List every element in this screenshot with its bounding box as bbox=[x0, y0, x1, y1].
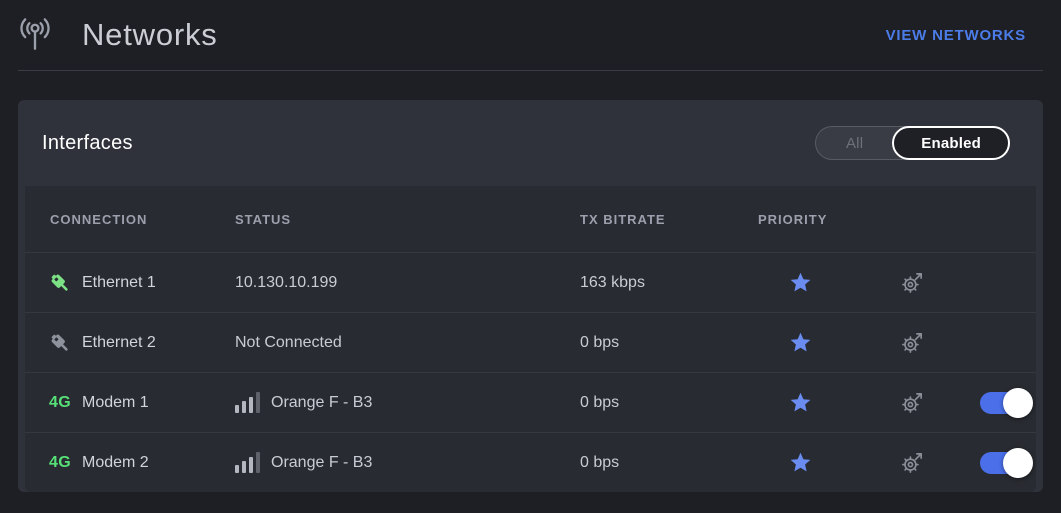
priority-cell bbox=[755, 391, 845, 414]
table-row: Ethernet 1 10.130.10.199 163 kbps bbox=[25, 252, 1036, 312]
settings-cell bbox=[845, 270, 980, 295]
view-networks-link[interactable]: VIEW NETWORKS bbox=[886, 27, 1026, 44]
table-row: 4G Modem 2 Orange F - B3 0 bps bbox=[25, 432, 1036, 492]
connection-icon-slot: 4G bbox=[48, 394, 72, 412]
status-cell: 10.130.10.199 bbox=[235, 274, 580, 292]
ethernet-disconnected-icon bbox=[48, 331, 72, 355]
status-cell: Orange F - B3 bbox=[235, 392, 580, 413]
status-text: Orange F - B3 bbox=[271, 454, 372, 472]
settings-cell bbox=[845, 390, 980, 415]
tx-bitrate: 0 bps bbox=[580, 334, 755, 352]
priority-star-icon[interactable] bbox=[789, 451, 812, 474]
settings-gear-icon[interactable] bbox=[900, 270, 925, 295]
toggle-cell bbox=[980, 272, 1053, 294]
ethernet-connected-icon bbox=[48, 271, 72, 295]
connection-icon-slot bbox=[48, 331, 72, 355]
status-cell: Not Connected bbox=[235, 334, 580, 352]
table-body: Ethernet 1 10.130.10.199 163 kbps bbox=[25, 252, 1036, 492]
status-text: 10.130.10.199 bbox=[235, 274, 337, 292]
enable-toggle[interactable] bbox=[980, 452, 1030, 474]
table-row: Ethernet 2 Not Connected 0 bps bbox=[25, 312, 1036, 372]
toggle-cell bbox=[980, 332, 1053, 354]
toggle-cell bbox=[980, 452, 1053, 474]
settings-gear-icon[interactable] bbox=[900, 390, 925, 415]
interfaces-table: CONNECTION STATUS TX BITRATE PRIORITY bbox=[25, 186, 1036, 492]
connection-name: Modem 2 bbox=[82, 454, 149, 472]
filter-enabled-button[interactable]: Enabled bbox=[892, 126, 1010, 160]
connection-icon-slot: 4G bbox=[48, 454, 72, 472]
settings-cell bbox=[845, 450, 980, 475]
filter-segmented-control: All Enabled bbox=[815, 126, 1010, 160]
priority-cell bbox=[755, 331, 845, 354]
toggle-cell bbox=[980, 392, 1053, 414]
interfaces-panel-header: Interfaces All Enabled bbox=[18, 100, 1043, 186]
priority-cell bbox=[755, 271, 845, 294]
priority-cell bbox=[755, 451, 845, 474]
filter-all-button[interactable]: All bbox=[816, 126, 893, 160]
connection-name: Ethernet 1 bbox=[82, 274, 156, 292]
connection-cell: 4G Modem 1 bbox=[25, 394, 235, 412]
settings-gear-icon[interactable] bbox=[900, 450, 925, 475]
settings-cell bbox=[845, 330, 980, 355]
settings-gear-icon[interactable] bbox=[900, 330, 925, 355]
page-title: Networks bbox=[82, 17, 218, 53]
interfaces-panel: Interfaces All Enabled CONNECTION STATUS… bbox=[18, 100, 1043, 492]
status-text: Not Connected bbox=[235, 334, 342, 352]
priority-star-icon[interactable] bbox=[789, 331, 812, 354]
toggle-knob bbox=[1003, 388, 1033, 418]
4g-badge: 4G bbox=[49, 394, 71, 412]
connection-name: Ethernet 2 bbox=[82, 334, 156, 352]
priority-star-icon[interactable] bbox=[789, 271, 812, 294]
priority-star-icon[interactable] bbox=[789, 391, 812, 414]
column-header-priority: PRIORITY bbox=[755, 212, 845, 227]
status-cell: Orange F - B3 bbox=[235, 452, 580, 473]
connection-icon-slot bbox=[48, 271, 72, 295]
panel-title: Interfaces bbox=[42, 132, 133, 155]
signal-strength-icon bbox=[235, 392, 260, 413]
tx-bitrate: 0 bps bbox=[580, 394, 755, 412]
connection-cell: Ethernet 2 bbox=[25, 331, 235, 355]
signal-strength-icon bbox=[235, 452, 260, 473]
table-row: 4G Modem 1 Orange F - B3 0 bps bbox=[25, 372, 1036, 432]
connection-cell: Ethernet 1 bbox=[25, 271, 235, 295]
status-text: Orange F - B3 bbox=[271, 394, 372, 412]
4g-badge: 4G bbox=[49, 454, 71, 472]
tx-bitrate: 0 bps bbox=[580, 454, 755, 472]
column-header-tx-bitrate: TX BITRATE bbox=[580, 212, 755, 227]
column-header-connection: CONNECTION bbox=[25, 212, 235, 227]
column-header-status: STATUS bbox=[235, 212, 580, 227]
connection-name: Modem 1 bbox=[82, 394, 149, 412]
toggle-knob bbox=[1003, 448, 1033, 478]
tx-bitrate: 163 kbps bbox=[580, 274, 755, 292]
table-header-row: CONNECTION STATUS TX BITRATE PRIORITY bbox=[25, 186, 1036, 252]
enable-toggle[interactable] bbox=[980, 392, 1030, 414]
antenna-icon bbox=[16, 16, 54, 54]
connection-cell: 4G Modem 2 bbox=[25, 454, 235, 472]
networks-header: Networks VIEW NETWORKS bbox=[18, 0, 1043, 71]
